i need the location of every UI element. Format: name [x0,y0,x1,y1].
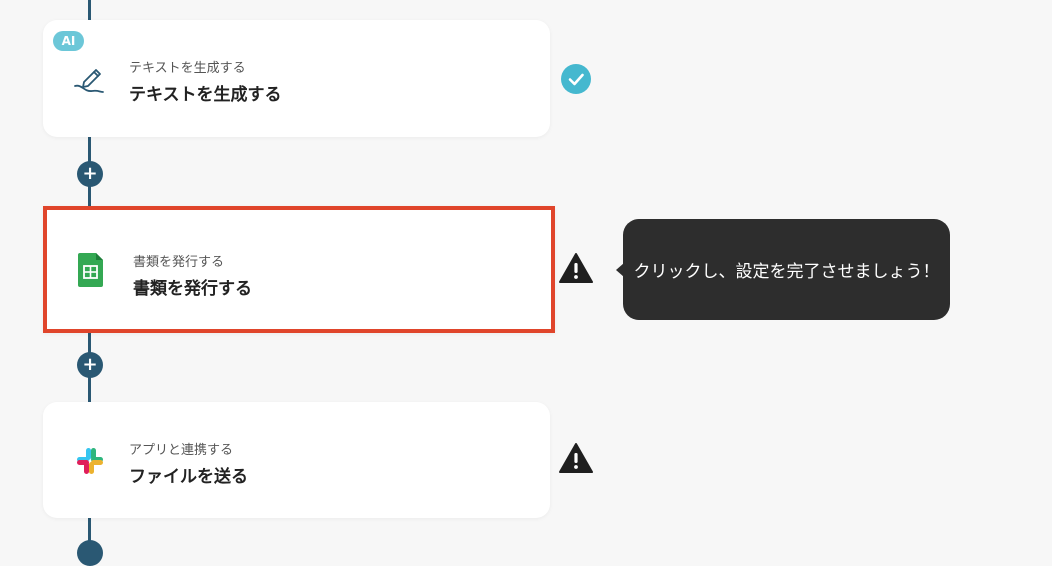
tooltip-text: クリックし、設定を完了させましょう！ [633,262,940,282]
step-title: 書類を発行する [133,279,252,299]
warning-icon [559,441,593,475]
step-subtitle: アプリと連携する [129,443,234,458]
step-subtitle: テキストを生成する [129,61,246,76]
add-step-button[interactable]: + [77,352,103,378]
pen-icon [70,58,110,98]
google-sheets-icon [71,250,111,290]
ai-badge: AI [53,31,84,51]
step-title: ファイルを送る [129,467,248,487]
add-step-button[interactable]: + [77,161,103,187]
step-card-send-file[interactable]: アプリと連携する ファイルを送る [43,402,550,518]
setup-tooltip: クリックし、設定を完了させましょう！ [616,219,950,320]
step-card-issue-document[interactable]: 書類を発行する 書類を発行する [43,206,555,333]
warning-icon [559,251,593,285]
add-step-button[interactable] [77,540,103,566]
step-title: テキストを生成する [129,85,282,105]
step-card-generate-text[interactable]: テキストを生成する テキストを生成する [43,20,550,137]
plus-icon: + [82,162,98,184]
step-subtitle: 書類を発行する [133,255,225,270]
check-circle-icon [559,62,593,96]
tooltip-arrow [616,263,624,277]
slack-icon [70,441,110,481]
plus-icon: + [82,353,98,375]
